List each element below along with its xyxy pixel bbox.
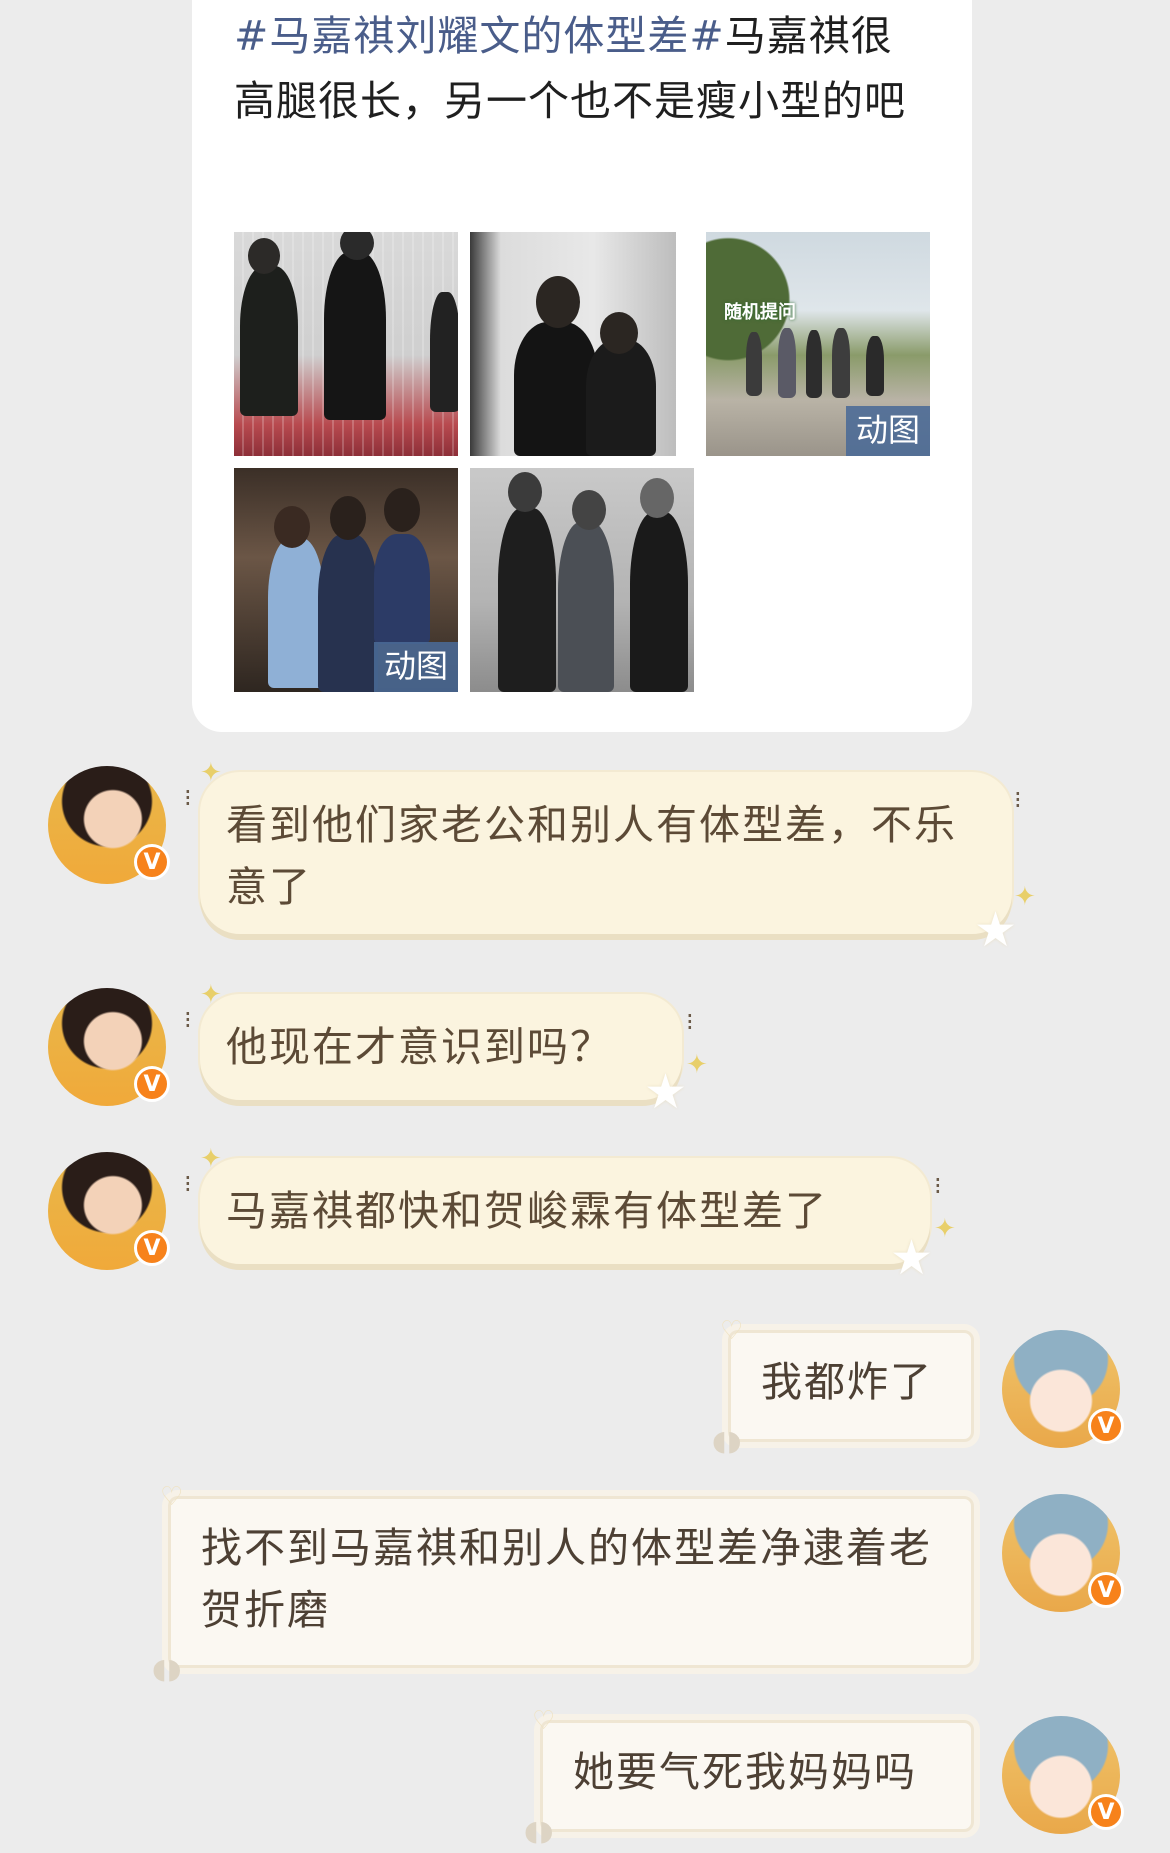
post-text: #马嘉祺刘耀文的体型差#马嘉祺很高腿很长，另一个也不是瘦小型的吧 [234, 4, 934, 134]
heart-icon: ♡ [532, 1706, 556, 1736]
gif-badge: 动图 [373, 642, 458, 692]
verified-badge-icon: V [1088, 1408, 1124, 1444]
heart-icon: ♡ [160, 1482, 184, 1512]
message-text: 我都炸了 [761, 1358, 933, 1406]
verified-badge-icon: V [134, 1066, 170, 1102]
message-bubble[interactable]: 找不到马嘉祺和别人的体型差净逮着老贺折磨 [168, 1496, 974, 1668]
avatar[interactable]: V [1002, 1330, 1124, 1448]
sparkle-icon: ✦ [1014, 882, 1036, 912]
sparkle-icon: ⁝ [686, 1008, 694, 1036]
star-sticker-icon: ★ [974, 902, 1018, 958]
post-image-5[interactable] [470, 468, 694, 692]
quoted-post-card[interactable]: #马嘉祺刘耀文的体型差#马嘉祺很高腿很长，另一个也不是瘦小型的吧 随机提问 动图 [192, 0, 972, 732]
post-image-3[interactable]: 随机提问 动图 [706, 232, 930, 456]
verified-badge-icon: V [1088, 1572, 1124, 1608]
sparkle-icon: ⁝ [184, 1170, 192, 1198]
star-sticker-icon: ★ [644, 1064, 688, 1120]
message-bubble[interactable]: 她要气死我妈妈吗 [540, 1720, 974, 1832]
fish-icon: ◖◗ [524, 1814, 554, 1847]
sparkle-icon: ⁝ [934, 1172, 942, 1200]
sparkle-icon: ⁝ [184, 784, 192, 812]
sparkle-icon: ✦ [200, 980, 222, 1010]
message-text: 他现在才意识到吗？ [226, 1023, 613, 1071]
message-text: 马嘉祺都快和贺峻霖有体型差了 [226, 1187, 828, 1235]
star-sticker-icon: ★ [890, 1230, 934, 1286]
fish-icon: ◖◗ [712, 1424, 742, 1457]
avatar[interactable]: V [1002, 1494, 1124, 1612]
sparkle-icon: ✦ [200, 758, 222, 788]
post-image-3-overlay-text: 随机提问 [724, 302, 796, 323]
sparkle-icon: ⁝ [1014, 786, 1022, 814]
sparkle-icon: ✦ [200, 1144, 222, 1174]
message-text: 看到他们家老公和别人有体型差，不乐意了 [226, 801, 957, 911]
message-bubble[interactable]: 看到他们家老公和别人有体型差，不乐意了 [200, 772, 1012, 934]
sparkle-icon: ⁝ [184, 1006, 192, 1034]
avatar[interactable]: V [1002, 1716, 1124, 1834]
fish-icon: ◖◗ [152, 1652, 182, 1685]
message-text: 找不到马嘉祺和别人的体型差净逮着老贺折磨 [201, 1524, 932, 1634]
message-bubble[interactable]: 马嘉祺都快和贺峻霖有体型差了 [200, 1158, 930, 1264]
verified-badge-icon: V [134, 1230, 170, 1266]
post-image-2[interactable] [470, 232, 676, 456]
avatar[interactable]: V [48, 766, 170, 884]
sparkle-icon: ✦ [686, 1050, 708, 1080]
heart-icon: ♡ [720, 1316, 744, 1346]
gif-badge: 动图 [845, 406, 930, 456]
message-bubble[interactable]: 我都炸了 [728, 1330, 974, 1442]
post-hashtag[interactable]: #马嘉祺刘耀文的体型差# [234, 12, 725, 60]
avatar[interactable]: V [48, 988, 170, 1106]
verified-badge-icon: V [134, 844, 170, 880]
verified-badge-icon: V [1088, 1794, 1124, 1830]
message-text: 她要气死我妈妈吗 [573, 1748, 917, 1796]
avatar[interactable]: V [48, 1152, 170, 1270]
post-image-1[interactable] [234, 232, 458, 456]
post-image-4[interactable]: 动图 [234, 468, 458, 692]
sparkle-icon: ✦ [934, 1214, 956, 1244]
message-bubble[interactable]: 他现在才意识到吗？ [200, 994, 682, 1100]
